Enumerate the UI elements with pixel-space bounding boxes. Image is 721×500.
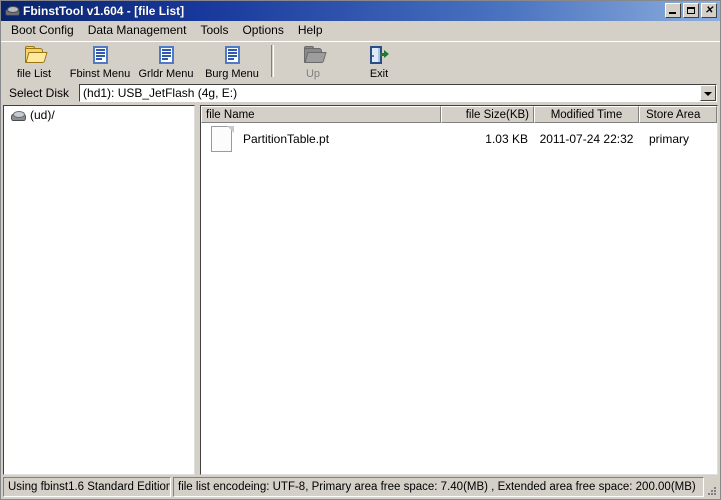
window-controls: ✕ — [665, 3, 717, 18]
toolbar-label-grldr-menu: Grldr Menu — [138, 68, 194, 80]
column-header-file-name[interactable]: file Name — [201, 106, 441, 123]
tree-item-label: (ud)/ — [30, 108, 55, 122]
status-edition-text: Using fbinst1.6 Standard Edition — [3, 477, 171, 497]
maximize-button[interactable] — [683, 3, 699, 18]
column-header-file-size[interactable]: file Size(KB) — [441, 106, 534, 123]
toolbar-button-fbinst-menu[interactable]: Fbinst Menu — [67, 43, 133, 81]
content-area: (ud)/ file Name file Size(KB) Modified T… — [3, 105, 718, 475]
toolbar-label-fbinst-menu: Fbinst Menu — [69, 68, 131, 80]
file-name-label: PartitionTable.pt — [243, 132, 330, 146]
menu-item-boot-config[interactable]: Boot Config — [4, 21, 81, 40]
cell-modified-time: 2011-07-24 22:32 — [539, 132, 634, 146]
toolbar-button-burg-menu[interactable]: Burg Menu — [199, 43, 265, 81]
status-info-text: file list encodeing: UTF-8, Primary area… — [173, 477, 704, 497]
exit-door-icon — [368, 45, 390, 66]
toolbar-button-exit[interactable]: Exit — [346, 43, 412, 81]
tree-item-ud-root[interactable]: (ud)/ — [4, 106, 194, 124]
toolbar-label-burg-menu: Burg Menu — [205, 68, 259, 80]
menu-bar: Boot Config Data Management Tools Option… — [1, 21, 720, 41]
column-header-modified-time[interactable]: Modified Time — [534, 106, 639, 123]
file-list-body: PartitionTable.pt 1.03 KB 2011-07-24 22:… — [201, 123, 717, 474]
select-disk-value: (hd1): USB_JetFlash (4g, E:) — [83, 85, 238, 100]
toolbar-button-up: Up — [280, 43, 346, 81]
application-window: FbinstTool v1.604 - [file List] ✕ Boot C… — [0, 0, 721, 500]
status-bar: Using fbinst1.6 Standard Edition file li… — [3, 477, 718, 497]
resize-grip-icon[interactable] — [704, 477, 718, 497]
select-disk-label: Select Disk — [9, 85, 70, 100]
disk-drive-icon — [4, 3, 20, 19]
document-lines-icon — [89, 45, 111, 66]
menu-item-options[interactable]: Options — [235, 21, 290, 40]
toolbar: file List Fbinst Menu Grldr Menu Burg Me… — [1, 41, 720, 82]
toolbar-label-file-list: file List — [16, 68, 52, 80]
column-header-store-area[interactable]: Store Area — [639, 106, 717, 123]
file-list-pane: file Name file Size(KB) Modified Time St… — [200, 105, 718, 475]
minimize-button[interactable] — [665, 3, 681, 18]
window-title: FbinstTool v1.604 - [file List] — [23, 4, 185, 18]
document-lines-icon — [221, 45, 243, 66]
toolbar-label-exit: Exit — [369, 68, 389, 80]
file-list-header: file Name file Size(KB) Modified Time St… — [201, 106, 717, 123]
menu-item-data-management[interactable]: Data Management — [81, 21, 194, 40]
folder-up-icon — [302, 45, 327, 66]
table-row[interactable]: PartitionTable.pt 1.03 KB 2011-07-24 22:… — [201, 123, 717, 155]
close-button[interactable]: ✕ — [701, 3, 717, 18]
toolbar-button-grldr-menu[interactable]: Grldr Menu — [133, 43, 199, 81]
open-folder-icon — [23, 45, 48, 66]
menu-item-tools[interactable]: Tools — [193, 21, 235, 40]
disk-drive-icon — [10, 107, 26, 123]
directory-tree-pane[interactable]: (ud)/ — [3, 105, 195, 475]
cell-file-size: 1.03 KB — [485, 132, 528, 146]
chevron-down-icon[interactable] — [700, 84, 716, 101]
select-disk-row: Select Disk (hd1): USB_JetFlash (4g, E:) — [1, 82, 720, 103]
file-document-icon — [209, 125, 235, 153]
cell-file-name: PartitionTable.pt — [201, 125, 441, 153]
title-bar: FbinstTool v1.604 - [file List] ✕ — [1, 1, 720, 21]
toolbar-button-file-list[interactable]: file List — [1, 43, 67, 81]
menu-item-help[interactable]: Help — [291, 21, 330, 40]
cell-store-area: primary — [649, 132, 690, 146]
document-lines-icon — [155, 45, 177, 66]
select-disk-combobox[interactable]: (hd1): USB_JetFlash (4g, E:) — [79, 83, 717, 102]
toolbar-separator — [271, 45, 274, 77]
toolbar-label-up: Up — [305, 68, 321, 80]
